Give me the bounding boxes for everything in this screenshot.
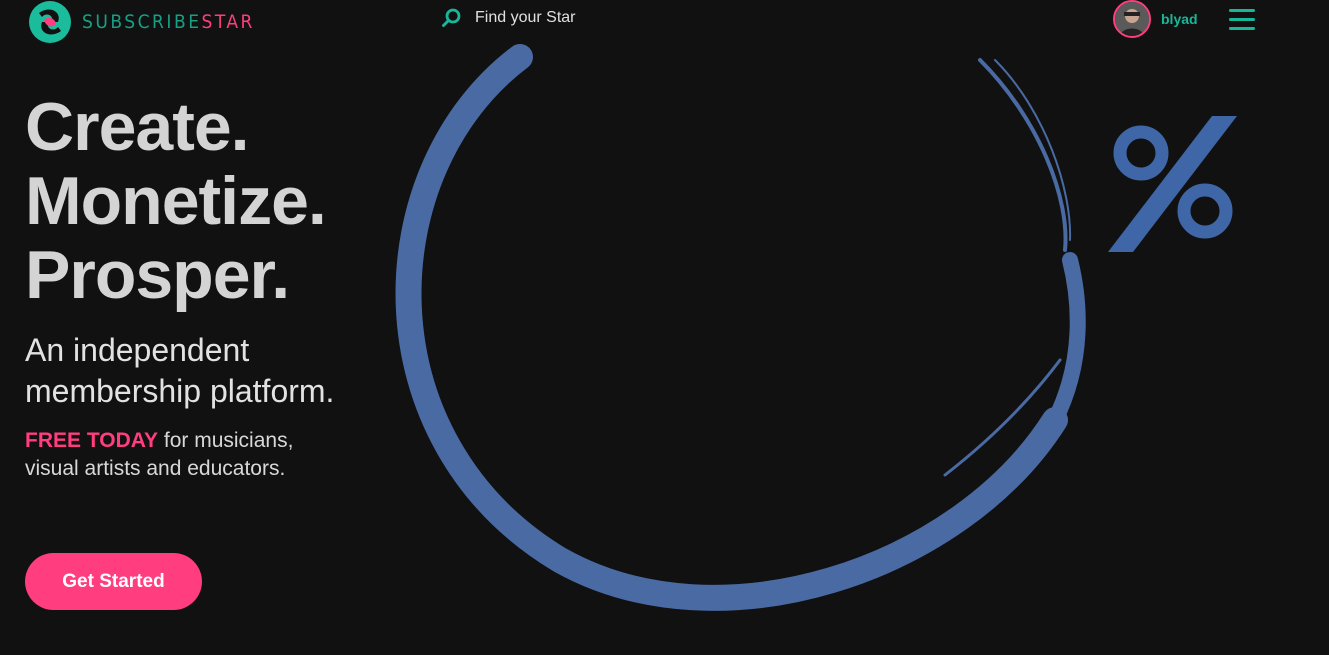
subheadline-line-2: membership platform. (25, 373, 335, 409)
menu-bar (1229, 18, 1255, 21)
subheadline-line-1: An independent (25, 332, 250, 368)
percent-symbol (1113, 125, 1233, 239)
find-star-search[interactable]: Find your Star (441, 8, 575, 28)
headline-line-monetize: Monetize. (25, 163, 327, 239)
search-label: Find your Star (475, 9, 576, 26)
percent-slash (1108, 116, 1237, 252)
page: SUBSCRIBESTAR Find your Star blyad Creat… (0, 0, 1329, 655)
logo-text: SUBSCRIBESTAR (82, 11, 255, 33)
menu-bar (1229, 27, 1255, 30)
logo-text-subscribe: SUBSCRIBE (82, 11, 202, 33)
free-today-highlight: FREE TODAY (25, 429, 159, 452)
headline-line-prosper: Prosper. (25, 237, 290, 313)
hero-subheadline: An independent membership platform. (25, 330, 334, 412)
brush-streak (943, 358, 1062, 477)
brush-circle-arc (395, 44, 1068, 611)
brush-circle-right-2 (994, 59, 1072, 241)
search-icon (442, 8, 461, 27)
get-started-button[interactable]: Get Started (25, 553, 202, 610)
hero-headline: Create. Monetize. Prosper. (25, 89, 327, 313)
logo-text-star: STAR (201, 11, 255, 33)
user-profile-menu[interactable]: blyad (1113, 0, 1198, 38)
subscribestar-logo-icon (29, 1, 71, 43)
headline-line-create: Create. (25, 89, 250, 165)
username[interactable]: blyad (1161, 11, 1198, 27)
free-today-text: FREE TODAY for musicians, visual artists… (25, 427, 345, 483)
avatar-image (1115, 2, 1149, 36)
avatar[interactable] (1113, 0, 1151, 38)
brush-circle-tail (1047, 252, 1086, 428)
menu-bar (1229, 9, 1255, 12)
brush-circle-right (978, 58, 1068, 252)
hamburger-menu-icon[interactable] (1229, 9, 1255, 31)
brand-logo[interactable]: SUBSCRIBESTAR (28, 0, 255, 44)
